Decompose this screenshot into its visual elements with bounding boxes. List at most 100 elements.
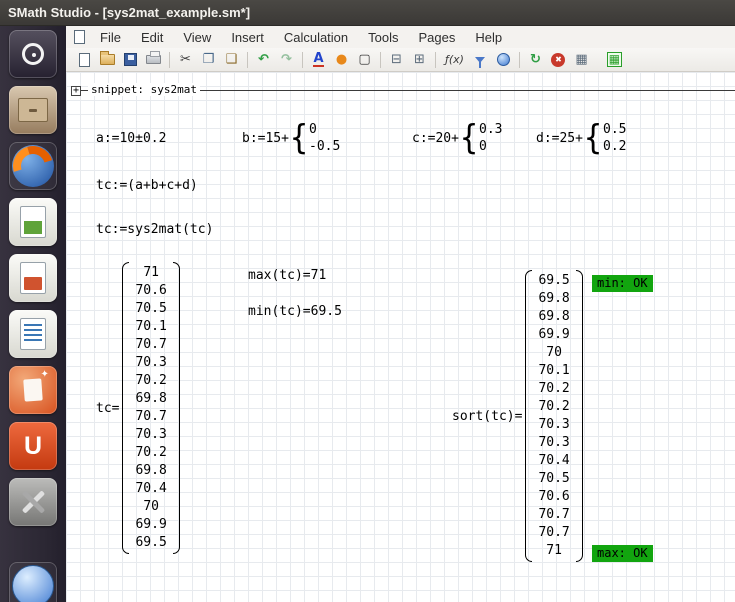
menu-calculation[interactable]: Calculation [275,29,357,46]
snippet-collapse-toggle[interactable]: + [71,86,81,96]
expr-tc-result-matrix[interactable]: tc= 7170.670.570.170.770.370.269.870.770… [96,262,180,554]
interrupt-button[interactable]: ✖ [548,50,569,70]
undo-button[interactable]: ↶ [253,50,274,70]
redo-arrow-icon: ↷ [281,53,292,66]
menu-pages[interactable]: Pages [410,29,465,46]
border-button[interactable]: ▢ [354,50,375,70]
expr-c-prefix: c:=20+ [412,131,459,146]
matrix-cell: 70.2 [532,398,575,416]
launcher-icon-files[interactable] [9,86,57,134]
matrix-cell: 70.2 [532,380,575,398]
application-window: SMath Studio - [sys2mat_example.sm*] U F… [0,0,735,602]
matrix-cell: 69.9 [129,516,172,534]
titlebar[interactable]: SMath Studio - [sys2mat_example.sm*] [0,0,735,26]
menubar: File Edit View Insert Calculation Tools … [66,26,735,48]
matrix-cell: 69.8 [532,290,575,308]
launcher-icon-libreoffice-calc[interactable] [9,198,57,246]
shopping-bag-icon [23,378,42,401]
expr-min-result[interactable]: min(tc)=69.5 [248,304,342,319]
copy-icon: ❐ [203,53,215,66]
expr-a-text: a:=10±0.2 [96,131,166,146]
launcher-icon-ubuntu-one[interactable]: U [9,422,57,470]
insert-function-button[interactable]: ƒ(x) [441,50,468,70]
print-button[interactable] [143,50,164,70]
launcher-icon-libreoffice-writer[interactable] [9,310,57,358]
right-paren-icon [173,262,180,554]
menu-insert[interactable]: Insert [222,29,273,46]
expr-b-definition[interactable]: b:=15+ { 0 -0.5 [242,119,340,157]
expr-c-definition[interactable]: c:=20+ { 0.3 0 [412,119,503,157]
redo-button[interactable]: ↷ [276,50,297,70]
expr-tc-sum-text: tc:=(a+b+c+d) [96,178,198,193]
cut-button[interactable]: ✂ [175,50,196,70]
expr-b-upper: 0 [309,121,340,138]
menu-tools[interactable]: Tools [359,29,407,46]
launcher-icon-web-browser[interactable] [9,562,57,602]
snippet-manager-button[interactable]: ▦ [604,50,625,70]
child-window-icon[interactable] [74,30,85,44]
matrix-cell: 70.7 [129,408,172,426]
matrix-cell: 70.3 [532,434,575,452]
web-reference-button[interactable] [493,50,514,70]
expr-b-prefix: b:=15+ [242,131,289,146]
paste-button[interactable]: ❑ [221,50,242,70]
min-ok-badge[interactable]: min: OK [592,275,653,292]
case-brace-icon: { [584,118,602,157]
text-color-button[interactable]: A [308,50,329,70]
expr-tc-sum-definition[interactable]: tc:=(a+b+c+d) [96,178,198,193]
open-file-button[interactable] [97,50,118,70]
matrix-cell: 70.1 [532,362,575,380]
recalculate-button[interactable]: ↻ [525,50,546,70]
save-button[interactable] [120,50,141,70]
matrix-cell: 69.8 [129,390,172,408]
expr-d-definition[interactable]: d:=25+ { 0.5 0.2 [536,119,627,157]
border-square-icon: ▢ [358,53,370,66]
launcher-icon-firefox[interactable] [9,142,57,190]
matrix-cell: 69.8 [129,462,172,480]
options-button[interactable]: ▦ [571,50,592,70]
scissors-icon: ✂ [180,53,191,66]
expr-tc-sys2mat-definition[interactable]: tc:=sys2mat(tc) [96,222,213,237]
snippet-label: snippet: sys2mat [88,83,200,96]
matrix-cell: 70.2 [129,372,172,390]
save-disk-icon [124,53,137,66]
menu-edit[interactable]: Edit [132,29,172,46]
matrix-cell: 70.3 [129,426,172,444]
case-brace-icon: { [290,118,308,157]
worksheet-canvas[interactable]: + snippet: sys2mat a:=10±0.2 b:=15+ { 0 … [66,72,735,602]
max-ok-badge[interactable]: max: OK [592,545,653,562]
firefox-icon [12,145,54,187]
writer-document-icon [20,318,46,350]
menu-view[interactable]: View [174,29,220,46]
launcher-icon-dash-home[interactable] [9,30,57,78]
align-horizontal-button[interactable]: ⊟ [386,50,407,70]
matrix-cell: 69.5 [129,534,172,552]
toolbar-separator [519,52,520,68]
expr-tc-sys2mat-text: tc:=sys2mat(tc) [96,222,213,237]
align-vertical-button[interactable]: ⊞ [409,50,430,70]
insert-unit-button[interactable] [470,50,491,70]
matrix-cell: 70.7 [532,506,575,524]
launcher-icon-system-settings[interactable] [9,478,57,526]
left-paren-icon [122,262,129,554]
calc-document-icon [20,206,46,238]
smath-main-area: File Edit View Insert Calculation Tools … [66,26,735,602]
expr-sort-result-matrix[interactable]: sort(tc)= 69.569.869.869.97070.170.270.2… [452,270,583,562]
expr-max-result[interactable]: max(tc)=71 [248,268,326,283]
min-result-text: min(tc)=69.5 [248,304,342,319]
matrix-cell: 69.8 [532,308,575,326]
matrix-cell: 70 [129,498,172,516]
launcher-icon-libreoffice-impress[interactable] [9,254,57,302]
recalculate-icon: ↻ [530,53,541,66]
launcher-icon-software-center[interactable] [9,366,57,414]
menu-file[interactable]: File [91,29,130,46]
copy-button[interactable]: ❐ [198,50,219,70]
case-brace-icon: { [460,118,478,157]
expr-a-definition[interactable]: a:=10±0.2 [96,119,166,157]
background-color-icon: ● [336,53,347,66]
stop-x-icon: ✖ [551,53,565,67]
new-page-button[interactable] [74,50,95,70]
menu-help[interactable]: Help [466,29,511,46]
matrix-cell: 69.9 [532,326,575,344]
background-color-button[interactable]: ● [331,50,352,70]
